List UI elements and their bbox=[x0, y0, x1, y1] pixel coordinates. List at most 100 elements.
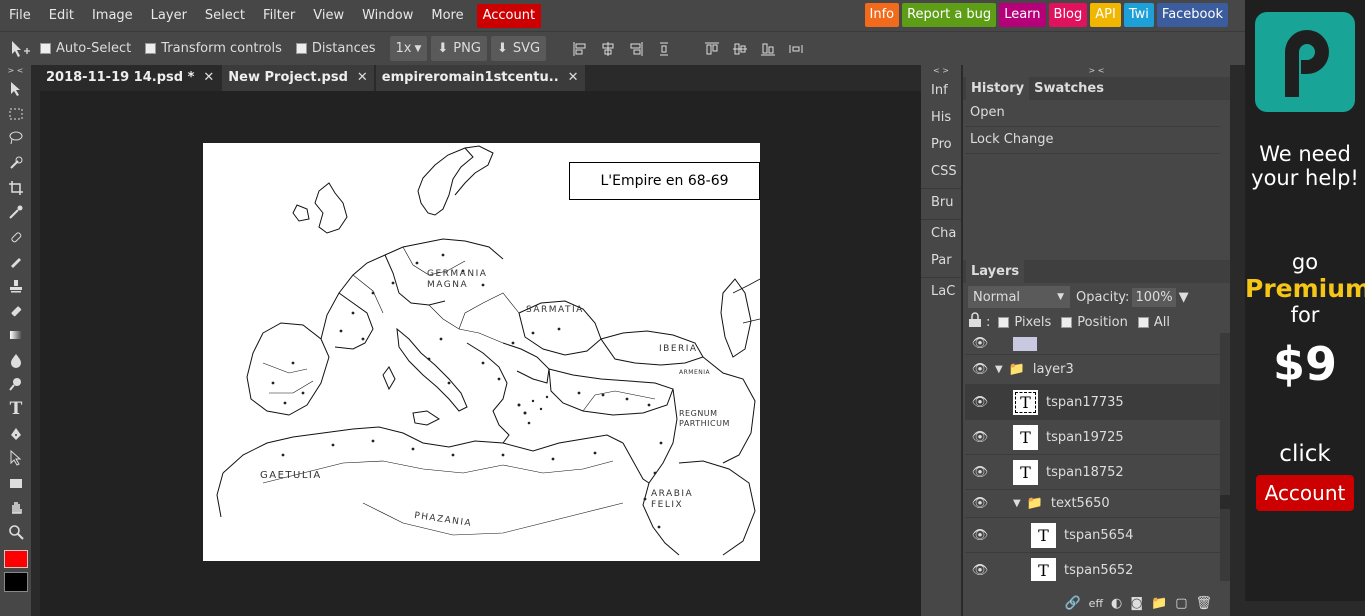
lasso-tool-icon[interactable] bbox=[0, 126, 32, 151]
info-link[interactable]: Info bbox=[864, 3, 900, 27]
tab-doc-2[interactable]: New Project.psd ✕ bbox=[222, 65, 374, 91]
eye-icon[interactable]: 👁 bbox=[965, 362, 995, 377]
blur-tool-icon[interactable] bbox=[0, 348, 32, 373]
menu-edit[interactable]: Edit bbox=[40, 0, 83, 31]
expand-arrow-icon[interactable]: ▼ bbox=[1013, 498, 1021, 509]
sidetab-info[interactable]: Inf bbox=[921, 77, 961, 104]
tab-layers[interactable]: Layers bbox=[966, 260, 1025, 283]
layer-row-text[interactable]: 👁 T tspan5654 bbox=[965, 518, 1220, 553]
distances-checkbox[interactable] bbox=[295, 43, 307, 54]
ad-account-button[interactable]: Account bbox=[1256, 475, 1354, 511]
eye-icon[interactable]: 👁 bbox=[965, 496, 995, 511]
align-top-icon[interactable] bbox=[701, 38, 723, 60]
eraser-tool-icon[interactable] bbox=[0, 298, 32, 323]
eye-icon[interactable]: 👁 bbox=[965, 395, 995, 410]
background-color-swatch[interactable] bbox=[4, 572, 28, 593]
api-link[interactable]: API bbox=[1090, 3, 1121, 27]
layer-row-text[interactable]: 👁 T tspan5652 bbox=[965, 553, 1220, 581]
distances-option[interactable]: Distances bbox=[295, 41, 376, 56]
pen-tool-icon[interactable] bbox=[0, 421, 32, 446]
layer-row-text[interactable]: 👁 T tspan19725 bbox=[965, 420, 1220, 455]
menu-file[interactable]: File bbox=[0, 0, 40, 31]
layer-row-text[interactable]: 👁 T tspan18752 bbox=[965, 455, 1220, 490]
new-folder-icon[interactable]: 📁 bbox=[1151, 596, 1167, 611]
zoom-tool-icon[interactable] bbox=[0, 520, 32, 545]
blend-mode-select[interactable]: Normal ▼ bbox=[968, 286, 1070, 308]
layer-row-text-selected[interactable]: 👁 T tspan17735 bbox=[965, 385, 1220, 420]
mask-icon[interactable]: ◙ bbox=[1130, 596, 1143, 611]
menu-window[interactable]: Window bbox=[353, 0, 422, 31]
crop-tool-icon[interactable] bbox=[0, 175, 32, 200]
tab-history[interactable]: History bbox=[966, 77, 1030, 100]
menu-layer[interactable]: Layer bbox=[142, 0, 196, 31]
sidetab-css[interactable]: CSS bbox=[921, 158, 961, 185]
lock-all-checkbox[interactable] bbox=[1137, 316, 1149, 328]
twitter-link[interactable]: Twi bbox=[1123, 3, 1154, 27]
blog-link[interactable]: Blog bbox=[1048, 3, 1088, 27]
brush-tool-icon[interactable] bbox=[0, 249, 32, 274]
align-left-icon[interactable] bbox=[569, 38, 591, 60]
distribute-h-icon[interactable] bbox=[653, 38, 675, 60]
sidetab-layer-comps[interactable]: LaC bbox=[921, 278, 961, 305]
lock-position-checkbox[interactable] bbox=[1061, 316, 1073, 328]
account-button[interactable]: Account bbox=[476, 3, 542, 28]
text-tool-icon[interactable]: T bbox=[0, 397, 32, 422]
menu-more[interactable]: More bbox=[422, 0, 472, 31]
expand-arrow-icon[interactable]: ▼ bbox=[995, 364, 1003, 375]
auto-select-checkbox[interactable] bbox=[40, 43, 51, 54]
move-tool-icon[interactable] bbox=[0, 77, 32, 102]
panel-collapse-toggle[interactable]: > < bbox=[0, 65, 31, 77]
lock-pixels-checkbox[interactable] bbox=[998, 316, 1010, 328]
layer-row-partial[interactable]: 👁 bbox=[965, 333, 1220, 355]
link-layers-icon[interactable]: 🔗 bbox=[1064, 596, 1080, 611]
facebook-link[interactable]: Facebook bbox=[1156, 3, 1228, 27]
eye-icon[interactable]: 👁 bbox=[965, 563, 995, 578]
map-title-box[interactable]: L'Empire en 68-69 bbox=[569, 162, 760, 200]
align-bottom-icon[interactable] bbox=[757, 38, 779, 60]
transform-controls-checkbox[interactable] bbox=[145, 43, 157, 54]
opacity-dropdown-icon[interactable]: ▼ bbox=[1179, 290, 1189, 305]
report-bug-link[interactable]: Report a bug bbox=[902, 3, 997, 27]
layers-scrollbar[interactable] bbox=[1220, 333, 1230, 581]
eye-icon[interactable]: 👁 bbox=[965, 430, 995, 445]
menu-image[interactable]: Image bbox=[83, 0, 142, 31]
shape-tool-icon[interactable] bbox=[0, 471, 32, 496]
photopea-logo[interactable] bbox=[1255, 12, 1355, 112]
history-item[interactable]: Open bbox=[965, 100, 1220, 127]
tab-doc-1[interactable]: 2018-11-19 14.psd * ✕ bbox=[40, 65, 221, 91]
sidetab-brush[interactable]: Bru bbox=[921, 189, 961, 216]
adjustment-icon[interactable]: ◐ bbox=[1111, 596, 1122, 611]
document-canvas[interactable]: L'Empire en 68-69 GERMANIA MAGNA SARMATI… bbox=[203, 143, 760, 561]
export-svg-button[interactable]: ⬇ SVG bbox=[490, 36, 547, 61]
stamp-tool-icon[interactable] bbox=[0, 274, 32, 299]
transform-controls-option[interactable]: Transform controls bbox=[145, 41, 282, 56]
panel-collapse-toggle[interactable]: > < bbox=[963, 65, 1230, 77]
sidetab-properties[interactable]: Pro bbox=[921, 131, 961, 158]
export-png-button[interactable]: ⬇ PNG bbox=[431, 36, 487, 61]
healing-brush-icon[interactable] bbox=[0, 225, 32, 250]
layer-row-folder[interactable]: 👁 ▼ 📁 layer3 bbox=[965, 355, 1220, 385]
sidetab-paragraph[interactable]: Par bbox=[921, 247, 961, 274]
marquee-tool-icon[interactable] bbox=[0, 102, 32, 127]
opacity-input[interactable]: 100% bbox=[1132, 287, 1176, 307]
effects-button[interactable]: eff bbox=[1089, 597, 1103, 610]
align-right-icon[interactable] bbox=[625, 38, 647, 60]
menu-filter[interactable]: Filter bbox=[254, 0, 304, 31]
learn-link[interactable]: Learn bbox=[999, 3, 1046, 27]
path-select-icon[interactable] bbox=[0, 446, 32, 471]
distribute-v-icon[interactable] bbox=[785, 38, 807, 60]
history-item[interactable]: Lock Change bbox=[965, 127, 1220, 154]
gradient-tool-icon[interactable] bbox=[0, 323, 32, 348]
panel-collapse-toggle[interactable]: < > bbox=[921, 65, 961, 77]
delete-layer-icon[interactable]: 🗑 bbox=[1195, 596, 1212, 611]
menu-select[interactable]: Select bbox=[196, 0, 254, 31]
new-layer-icon[interactable]: ▢ bbox=[1175, 596, 1187, 611]
eye-icon[interactable]: 👁 bbox=[965, 336, 995, 351]
sidetab-character[interactable]: Cha bbox=[921, 220, 961, 247]
tab-swatches[interactable]: Swatches bbox=[1029, 77, 1109, 100]
eyedropper-icon[interactable] bbox=[0, 200, 32, 225]
auto-select-option[interactable]: Auto-Select bbox=[40, 41, 131, 56]
dodge-tool-icon[interactable] bbox=[0, 372, 32, 397]
quick-select-icon[interactable] bbox=[0, 151, 32, 176]
align-center-h-icon[interactable] bbox=[597, 38, 619, 60]
